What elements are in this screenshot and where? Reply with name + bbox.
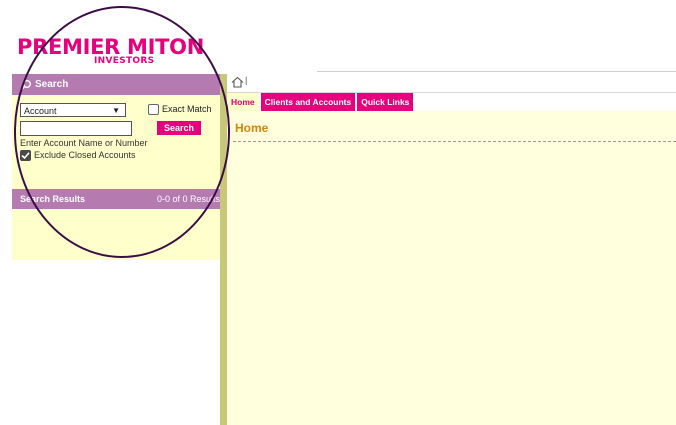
tab-bar: Home Clients and Accounts Quick Links — [227, 93, 415, 111]
panel-splitter[interactable] — [220, 74, 227, 425]
exclude-closed-label: Exclude Closed Accounts — [34, 150, 136, 160]
logo-subtitle: INVESTORS — [94, 56, 155, 66]
search-input[interactable] — [20, 121, 132, 136]
search-form: Account ▼ Exact Match Search Enter Accou… — [12, 95, 220, 260]
main-area: | Home Clients and Accounts Quick Links … — [227, 70, 676, 425]
tab-home[interactable]: Home — [227, 93, 259, 111]
exact-match-checkbox[interactable] — [148, 104, 159, 115]
content-pane: Home — [227, 111, 676, 425]
exact-match-label: Exact Match — [162, 104, 212, 114]
search-panel-header: Search — [12, 74, 220, 95]
search-type-value: Account — [24, 106, 57, 116]
search-button[interactable]: Search — [157, 121, 201, 135]
breadcrumb: | — [227, 70, 676, 93]
search-results-count: 0-0 of 0 Results — [157, 194, 220, 204]
brand-logo: PREMIER MITON INVESTORS — [17, 36, 222, 72]
logo-wordmark: PREMIER MITON — [17, 35, 205, 59]
breadcrumb-separator: | — [245, 75, 248, 85]
search-results-header: Search Results 0-0 of 0 Results — [12, 189, 220, 209]
search-icon — [20, 79, 32, 91]
search-panel-title: Search — [35, 79, 69, 90]
exclude-closed-checkbox[interactable] — [20, 150, 31, 161]
divider — [317, 71, 676, 72]
search-results-title: Search Results — [20, 194, 86, 204]
tab-clients-and-accounts[interactable]: Clients and Accounts — [260, 93, 356, 111]
search-sidebar: Search Account ▼ Exact Match Search Ente… — [12, 74, 220, 425]
search-hint: Enter Account Name or Number — [20, 138, 148, 148]
page-title: Home — [235, 121, 269, 135]
checkmark-icon — [21, 152, 30, 160]
tab-quick-links[interactable]: Quick Links — [357, 93, 414, 111]
chevron-down-icon: ▼ — [112, 106, 120, 115]
search-type-select[interactable]: Account ▼ — [20, 103, 126, 117]
home-icon[interactable] — [231, 75, 244, 88]
divider — [233, 141, 676, 142]
